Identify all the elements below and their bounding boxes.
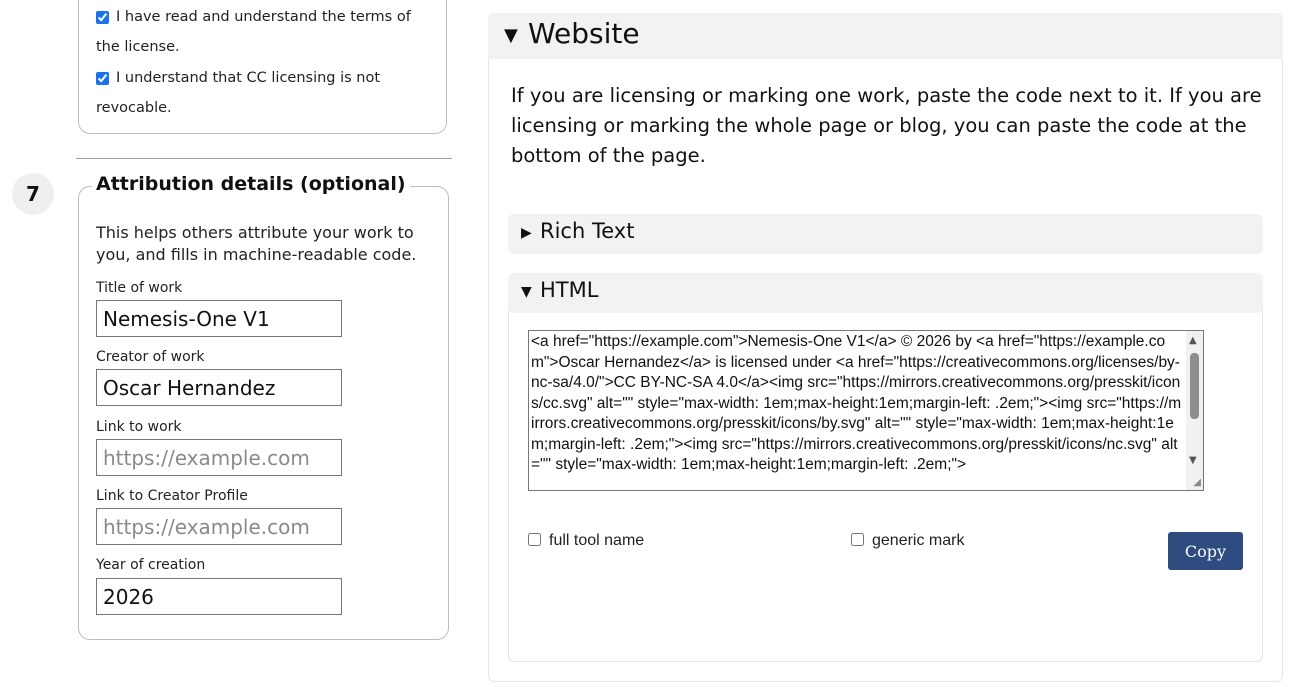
terms-read-checkbox[interactable] [96, 11, 109, 24]
scroll-up-icon[interactable]: ▲ [1189, 336, 1197, 346]
year-of-creation-input[interactable] [96, 578, 342, 615]
website-title: Website [528, 17, 640, 50]
scroll-thumb[interactable] [1190, 353, 1199, 419]
caret-down-icon: ▼ [521, 284, 532, 300]
creator-of-work-input[interactable] [96, 369, 342, 406]
attribution-help-text: This helps others attribute your work to… [96, 223, 417, 264]
html-summary[interactable]: ▼ HTML [508, 273, 1263, 313]
full-tool-name-label: full tool name [549, 532, 645, 549]
generic-mark-label: generic mark [872, 532, 965, 549]
rich-text-title: Rich Text [540, 219, 635, 243]
resize-handle-icon[interactable]: ◢ [1193, 478, 1201, 488]
link-to-work-input[interactable] [96, 439, 342, 476]
html-code-text: <a href="https://example.com">Nemesis-On… [531, 333, 1182, 473]
section-divider [76, 158, 452, 159]
website-intro-text: If you are licensing or marking one work… [511, 84, 1262, 167]
caret-right-icon: ▶ [521, 225, 532, 241]
step-number-badge: 7 [12, 173, 54, 215]
full-tool-name-option[interactable]: full tool name [528, 532, 644, 550]
title-of-work-input[interactable] [96, 300, 342, 337]
title-of-work-label: Title of work [96, 280, 183, 296]
terms-read-row[interactable]: I have read and understand the terms of … [96, 2, 436, 62]
not-revocable-checkbox[interactable] [96, 72, 109, 85]
copy-button[interactable]: Copy [1168, 532, 1243, 570]
terms-read-label: I have read and understand the terms of … [96, 9, 411, 55]
rich-text-summary[interactable]: ▶ Rich Text [508, 214, 1263, 254]
creator-of-work-label: Creator of work [96, 349, 205, 365]
not-revocable-label: I understand that CC licensing is not re… [96, 70, 381, 116]
generic-mark-option[interactable]: generic mark [851, 532, 964, 550]
full-tool-name-checkbox[interactable] [528, 533, 541, 546]
scroll-down-icon[interactable]: ▼ [1189, 456, 1197, 466]
year-of-creation-label: Year of creation [96, 557, 206, 573]
website-summary[interactable]: ▼ Website [488, 13, 1283, 59]
html-title: HTML [540, 278, 599, 302]
not-revocable-row[interactable]: I understand that CC licensing is not re… [96, 63, 436, 123]
html-code-textarea[interactable]: <a href="https://example.com">Nemesis-On… [528, 330, 1204, 491]
caret-down-icon: ▼ [504, 25, 518, 46]
link-to-creator-label: Link to Creator Profile [96, 488, 248, 504]
code-scrollbar[interactable]: ▲ ▼ [1186, 331, 1203, 490]
attribution-legend: Attribution details (optional) [92, 173, 410, 195]
generic-mark-checkbox[interactable] [851, 533, 864, 546]
link-to-work-label: Link to work [96, 419, 182, 435]
link-to-creator-input[interactable] [96, 508, 342, 545]
